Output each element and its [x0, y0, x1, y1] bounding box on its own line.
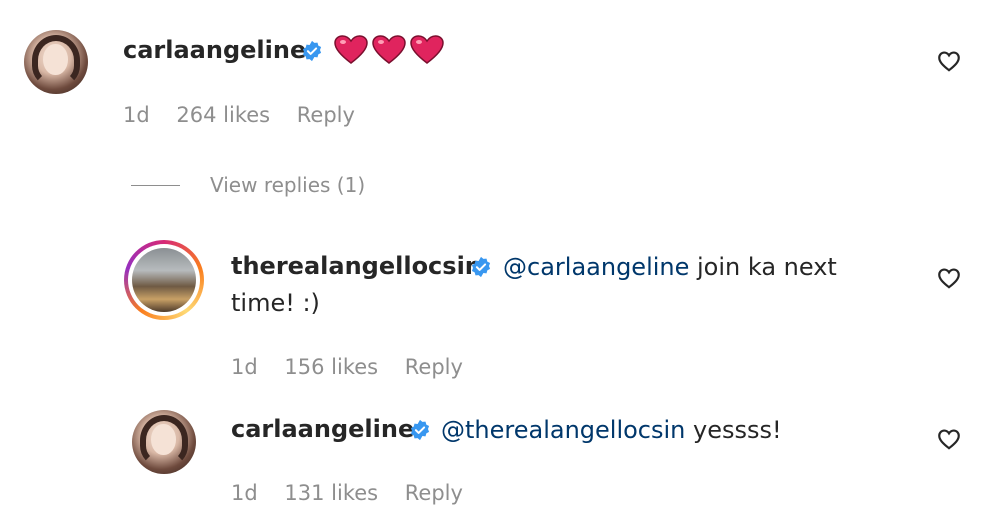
reply-reply-button[interactable]: Reply: [405, 481, 463, 505]
avatar-story-ring[interactable]: [124, 240, 204, 320]
reply-text-line1: join ka next: [689, 253, 837, 281]
like-heart-icon[interactable]: [936, 265, 962, 291]
reply-reply-button[interactable]: Reply: [405, 355, 463, 379]
view-replies-divider: [131, 185, 180, 186]
verified-badge-icon: [302, 40, 322, 62]
red-heart-emoji-icon: [334, 35, 368, 64]
red-heart-emoji-icon: [410, 35, 444, 64]
reply-likes[interactable]: 156 likes: [284, 355, 378, 379]
verified-badge-icon: [410, 419, 430, 441]
avatar[interactable]: [132, 410, 196, 474]
avatar-face: [151, 424, 176, 455]
reply-meta: 1d 131 likes Reply: [231, 481, 483, 505]
comment-time: 1d: [123, 103, 150, 127]
avatar-face: [43, 44, 68, 75]
view-replies-button[interactable]: View replies (1): [210, 173, 365, 197]
avatar: [132, 248, 196, 312]
reply-time: 1d: [231, 481, 258, 505]
reply-username[interactable]: therealangellocsin: [231, 252, 482, 280]
mention-link[interactable]: @carlaangeline: [503, 253, 689, 281]
avatar[interactable]: [24, 30, 88, 94]
reply-text-line1: yessss!: [685, 416, 782, 444]
comment-meta: 1d 264 likes Reply: [123, 103, 375, 127]
reply-text: @therealangellocsin yessss!: [441, 413, 782, 447]
comment-reply-button[interactable]: Reply: [297, 103, 355, 127]
verified-badge-icon: [471, 256, 491, 278]
like-heart-icon[interactable]: [936, 48, 962, 74]
reply-meta: 1d 156 likes Reply: [231, 355, 483, 379]
comment-likes[interactable]: 264 likes: [176, 103, 270, 127]
like-heart-icon[interactable]: [936, 426, 962, 452]
reply-text-line2: time! :): [231, 289, 320, 317]
mention-link[interactable]: @therealangellocsin: [441, 416, 685, 444]
reply-time: 1d: [231, 355, 258, 379]
comment-username[interactable]: carlaangeline: [123, 36, 306, 64]
red-heart-emoji-icon: [372, 35, 406, 64]
reply-username[interactable]: carlaangeline: [231, 415, 414, 443]
reply-text: @carlaangeline join ka next: [503, 250, 837, 284]
reply-likes[interactable]: 131 likes: [284, 481, 378, 505]
